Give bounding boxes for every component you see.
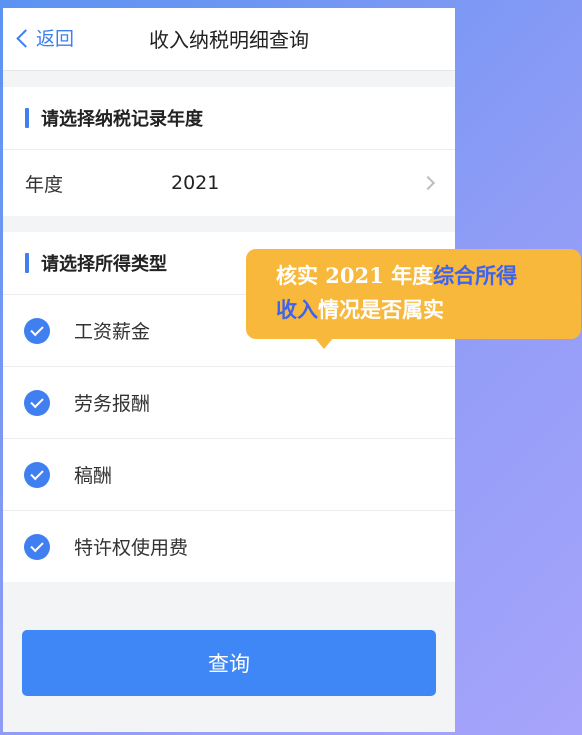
type-section-title: 请选择所得类型 xyxy=(41,254,167,275)
check-circle-icon[interactable] xyxy=(24,533,50,560)
year-section-header: 请选择纳税记录年度 xyxy=(3,87,455,150)
callout-text: 核实 2021 年度 xyxy=(276,263,434,288)
section-accent-bar xyxy=(25,253,29,273)
type-item-label: 劳务报酬 xyxy=(74,393,151,415)
phone-screen: 返回 收入纳税明细查询 请选择纳税记录年度 年度 2021 请选择所得类型 工资… xyxy=(3,8,455,732)
callout-tail xyxy=(314,337,334,349)
year-label: 年度 xyxy=(25,173,64,196)
type-item-label: 稿酬 xyxy=(74,465,113,487)
callout-highlight: 综合所得 xyxy=(433,263,518,288)
year-section: 请选择纳税记录年度 年度 2021 xyxy=(3,87,455,216)
page-title: 收入纳税明细查询 xyxy=(149,28,309,52)
callout-line-1: 核实 2021 年度综合所得 xyxy=(276,259,559,293)
chevron-right-icon xyxy=(420,175,436,191)
section-accent-bar xyxy=(25,108,29,128)
check-circle-icon[interactable] xyxy=(24,317,50,344)
year-selector[interactable]: 年度 2021 xyxy=(3,150,455,216)
query-button[interactable]: 查询 xyxy=(22,630,436,696)
callout-text: 情况是否属实 xyxy=(318,297,444,322)
check-circle-icon[interactable] xyxy=(24,389,50,416)
type-item-label: 工资薪金 xyxy=(74,321,151,343)
type-item-franchise[interactable]: 特许权使用费 xyxy=(3,511,455,582)
type-item-label: 特许权使用费 xyxy=(74,537,189,559)
callout-line-2: 收入情况是否属实 xyxy=(276,293,559,327)
callout-highlight: 收入 xyxy=(276,297,318,322)
check-circle-icon[interactable] xyxy=(24,461,50,488)
type-item-labor[interactable]: 劳务报酬 xyxy=(3,367,455,439)
nav-bar: 返回 收入纳税明细查询 xyxy=(3,8,455,71)
year-value: 2021 xyxy=(171,172,220,194)
annotation-callout: 核实 2021 年度综合所得 收入情况是否属实 xyxy=(246,249,581,339)
year-section-title: 请选择纳税记录年度 xyxy=(41,109,203,130)
type-item-royalty-fees[interactable]: 稿酬 xyxy=(3,439,455,511)
